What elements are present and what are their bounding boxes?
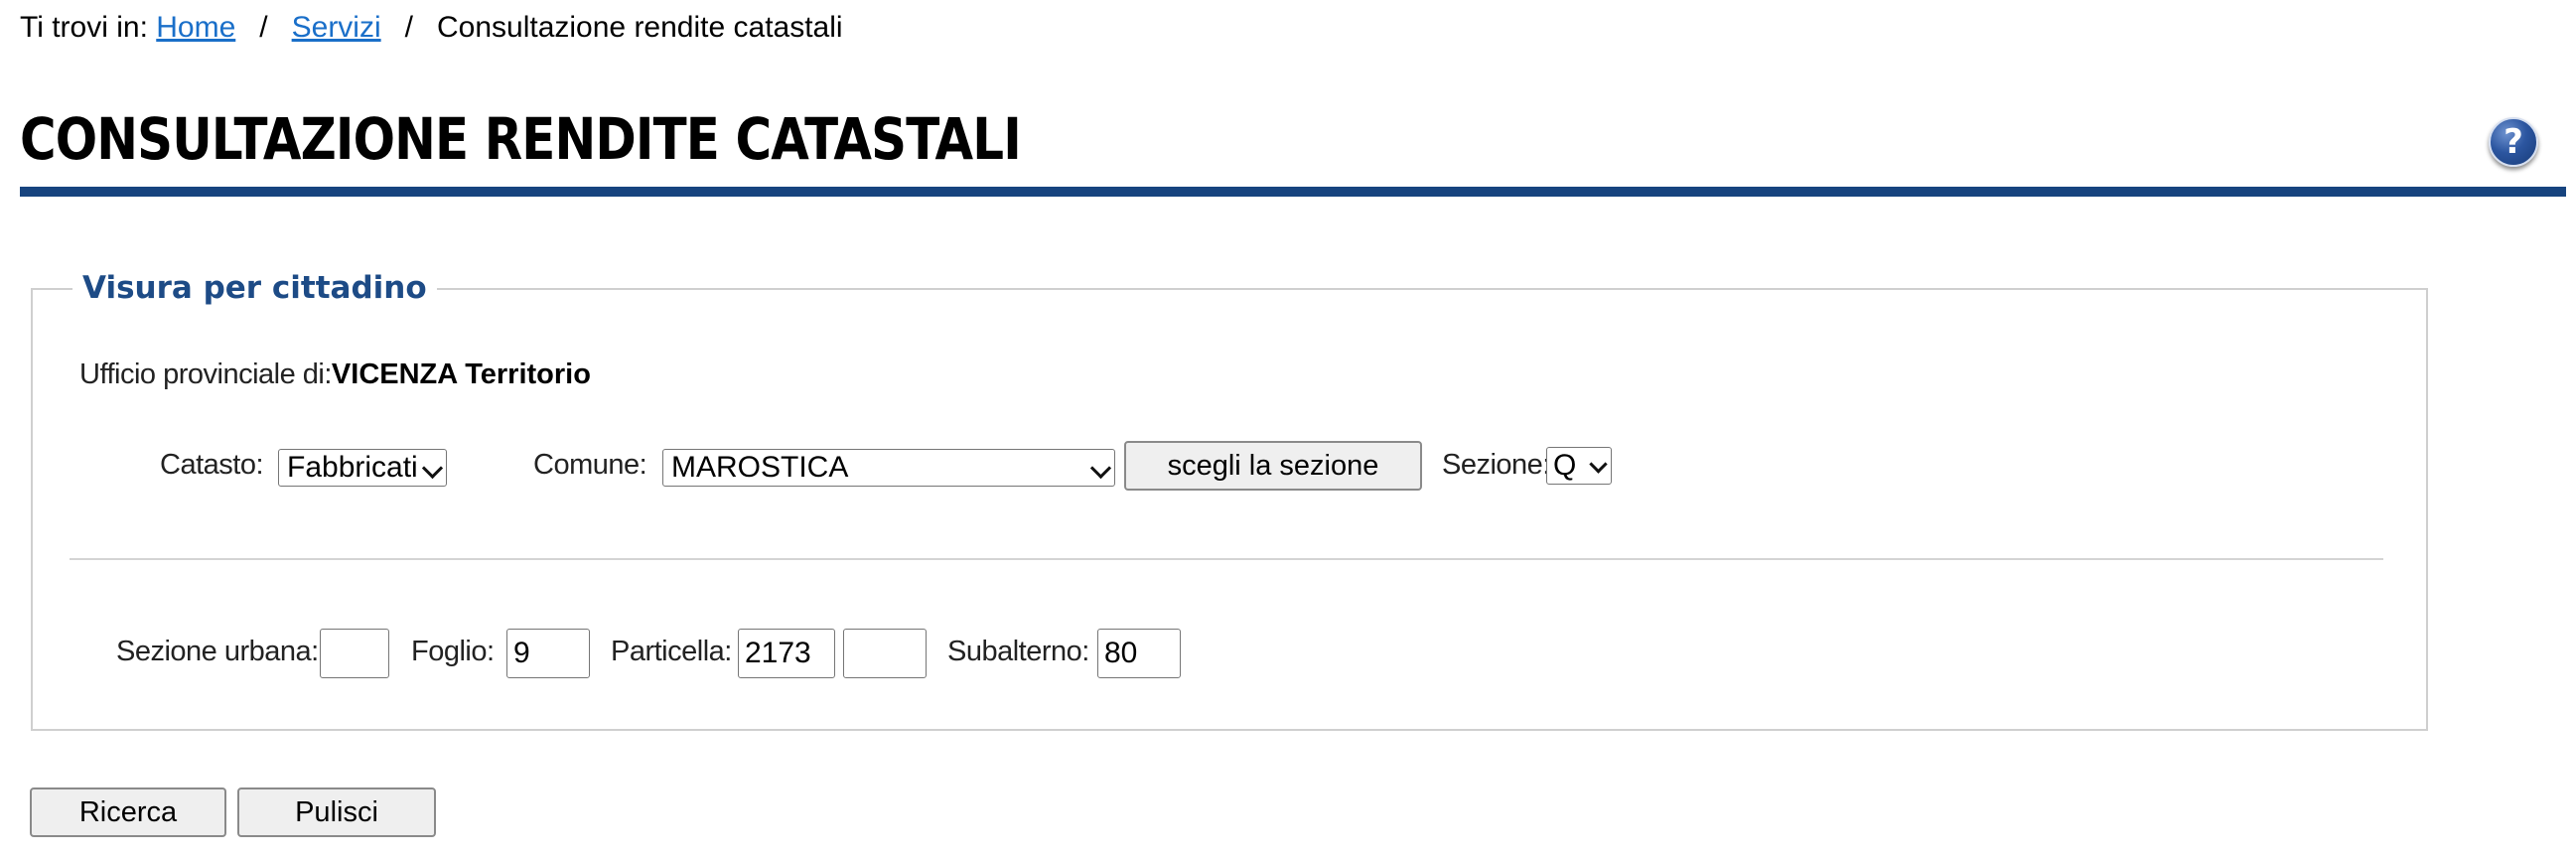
help-icon[interactable]: ? [2489, 117, 2538, 167]
chevron-down-icon [421, 457, 444, 480]
ricerca-button[interactable]: Ricerca [30, 787, 226, 837]
comune-select[interactable]: MAROSTICA [662, 449, 1115, 487]
sezione-selected-value: Q [1553, 449, 1577, 482]
subalterno-label: Subalterno: [947, 636, 1089, 667]
comune-selected-value: MAROSTICA [671, 451, 849, 484]
ufficio-value: VICENZA Territorio [331, 358, 591, 390]
sezione-label: Sezione: [1442, 449, 1550, 481]
foglio-label: Foglio: [411, 636, 495, 667]
catasto-selected-value: Fabbricati [287, 451, 418, 484]
sezione-urbana-input[interactable] [320, 629, 389, 678]
fieldset-legend: Visura per cittadino [72, 268, 437, 308]
page-title: CONSULTAZIONE RENDITE CATASTALI [20, 105, 1022, 173]
scegli-sezione-button[interactable]: scegli la sezione [1124, 441, 1422, 491]
title-divider [20, 187, 2566, 197]
chevron-down-icon [1089, 457, 1112, 480]
comune-label: Comune: [533, 449, 647, 481]
breadcrumb-home-link[interactable]: Home [156, 11, 235, 44]
page: Ti trovi in: Home / Servizi / Consultazione … [0, 0, 2576, 858]
chevron-down-icon [1589, 455, 1608, 474]
pulisci-button[interactable]: Pulisci [237, 787, 436, 837]
ufficio-label: Ufficio provinciale di: [79, 358, 332, 390]
ufficio-row: Ufficio provinciale di:VICENZA Territori… [79, 355, 591, 394]
breadcrumb-separator: / [404, 11, 413, 44]
subalterno-input[interactable]: 80 [1097, 629, 1181, 678]
catasto-select[interactable]: Fabbricati [278, 449, 447, 487]
breadcrumb-current: Consultazione rendite catastali [436, 11, 843, 44]
particella-extra-input[interactable] [843, 629, 927, 678]
particella-label: Particella: [611, 636, 732, 667]
particella-input[interactable]: 2173 [738, 629, 835, 678]
sezione-select[interactable]: Q [1546, 447, 1612, 485]
breadcrumb-separator: / [259, 11, 268, 44]
sezione-urbana-label: Sezione urbana: [116, 636, 319, 667]
breadcrumb-servizi-link[interactable]: Servizi [292, 11, 381, 44]
breadcrumb-prefix: Ti trovi in: [20, 11, 148, 44]
breadcrumb: Ti trovi in: Home / Servizi / Consultazione … [20, 8, 843, 48]
catasto-label: Catasto: [160, 449, 264, 481]
foglio-input[interactable]: 9 [506, 629, 590, 678]
form-divider [70, 558, 2383, 560]
